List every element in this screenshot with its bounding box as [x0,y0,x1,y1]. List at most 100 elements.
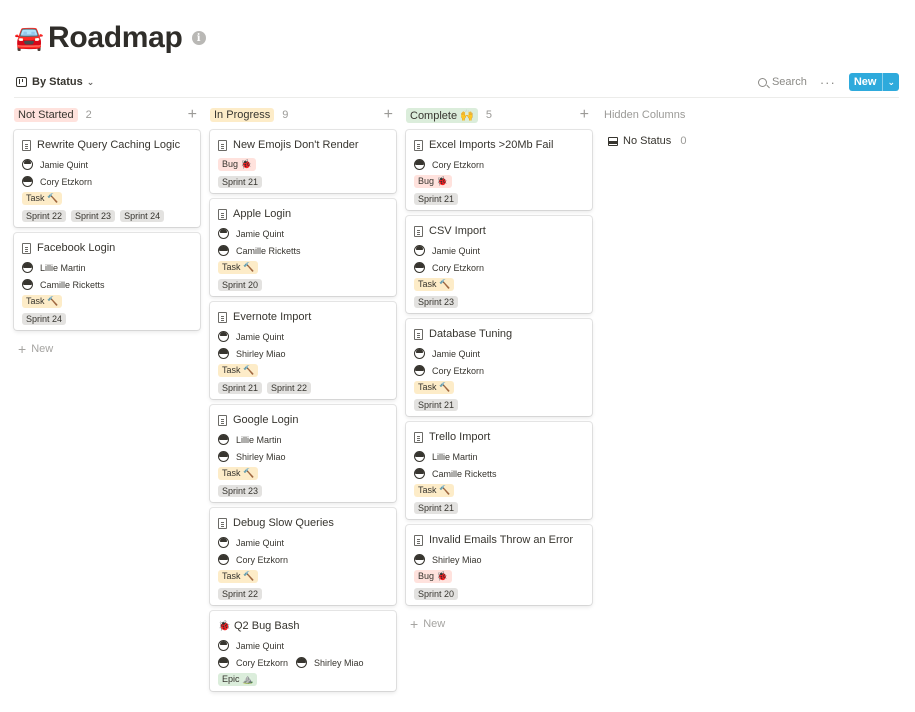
assignee-name: Shirley Miao [236,451,286,462]
card-title-row: New Emojis Don't Render [218,138,388,152]
assignee-row: Lillie Martin [22,259,192,276]
column-status-label[interactable]: In Progress [210,108,275,122]
add-card-icon[interactable]: + [188,107,197,123]
card-title: Q2 Bug Bash [234,620,300,632]
tag-row: Sprint 21 [414,190,584,207]
assignee-row: Jamie Quint [218,225,388,242]
column-header: In Progress 9 + [210,106,396,124]
view-switcher[interactable]: By Status ⌄ [16,76,94,88]
avatar [218,434,229,445]
card-title: Google Login [233,414,299,426]
assignee-row: Cory Etzkorn [22,173,192,190]
assignee-name: Cory Etzkorn [40,176,93,187]
board-card[interactable]: Evernote Import Jamie Quint Shirley Miao Ta… [210,302,396,399]
view-label: By Status [32,76,83,88]
board-view-icon [16,77,27,87]
board-card[interactable]: Debug Slow Queries Jamie Quint Cory Etzkor… [210,508,396,605]
avatar [22,262,33,273]
card-title: Evernote Import [233,311,312,323]
chevron-down-icon[interactable]: ⌄ [882,73,899,91]
assignee-name: Jamie Quint [432,245,481,256]
board-card[interactable]: Google Login Lillie Martin Shirley Miao Tas… [210,405,396,502]
new-button[interactable]: New ⌄ [848,73,899,91]
board-card[interactable]: Rewrite Query Caching Logic Jamie Quint Co… [14,130,200,227]
search-label: Search [771,76,807,88]
board-card[interactable]: 🐞 Q2 Bug Bash Jamie Quint Cory Etzkorn Shirl… [210,611,396,691]
board-card[interactable]: Trello Import Lillie Martin Camille Ricket… [406,422,592,519]
task-tag: Task 🔨 [414,484,455,497]
sprint-tag: Sprint 22 [22,209,67,222]
task-tag: Task 🔨 [218,261,259,274]
new-card-label: New [423,618,446,630]
assignee-name: Camille Ricketts [236,245,301,256]
tag-row: Sprint 20 [218,276,388,293]
avatar [218,348,229,359]
assignee-name: Jamie Quint [236,640,285,651]
avatar [218,554,229,565]
bug-tag: Bug 🐞 [414,570,452,583]
card-title: Debug Slow Queries [233,517,334,529]
tag-row: Task 🔨 [22,190,192,207]
board-toolbar: By Status ⌄ Search ··· New ⌄ [16,71,899,93]
assignee-name: Cory Etzkorn [432,262,485,273]
column-status-label[interactable]: Complete 🙌 [406,107,478,123]
sprint-tag: Sprint 22 [218,587,263,600]
avatar [414,468,425,479]
board-card[interactable]: Facebook Login Lillie Martin Camille Ricke… [14,233,200,330]
board-card[interactable]: CSV Import Jamie Quint Cory Etzkorn Task 🔨 S… [406,216,592,313]
search-button[interactable]: Search [757,76,807,88]
avatar [218,451,229,462]
tag-row: Sprint 21 [414,396,584,413]
column-count: 2 [85,109,92,121]
epic-tag: Epic ⛰️ [218,673,258,686]
avatar [218,245,229,256]
ladybug-icon: 🐞 [218,620,231,632]
new-card-button[interactable]: + New [410,617,445,631]
page-title[interactable]: Roadmap [48,21,183,55]
assignee-row: Cory Etzkorn Shirley Miao [218,654,388,671]
tag-row: Task 🔨 [218,568,388,585]
assignee-row: Jamie Quint [218,637,388,654]
board-column: Not Started 2 + Rewrite Query Caching Logic… [14,106,200,356]
card-title: Rewrite Query Caching Logic [37,139,181,151]
card-title-row: Database Tuning [414,327,584,341]
board-card[interactable]: Excel Imports >20Mb Fail Cory Etzkorn Bug … [406,130,592,210]
add-card-icon[interactable]: + [580,107,589,123]
assignee-row: Shirley Miao [218,345,388,362]
info-icon[interactable]: i [191,31,206,45]
plus-icon: + [410,616,419,632]
board-card[interactable]: Invalid Emails Throw an Error Shirley Mia… [406,525,592,605]
sprint-tag: Sprint 21 [218,175,263,188]
column-status-label[interactable]: Not Started [14,108,78,122]
tag-row: Task 🔨 [414,379,584,396]
tag-row: Bug 🐞 [414,173,584,190]
assignee-name: Lillie Martin [40,262,86,273]
board-card[interactable]: Apple Login Jamie Quint Camille Ricketts Ta… [210,199,396,296]
assignee-row: Camille Ricketts [218,242,388,259]
new-card-button[interactable]: + New [18,342,53,356]
sprint-tag: Sprint 23 [414,295,459,308]
board-card[interactable]: Database Tuning Jamie Quint Cory Etzkorn Ta… [406,319,592,416]
tag-row: Sprint 21 Sprint 22 [218,379,388,396]
assignee-row: Shirley Miao [218,448,388,465]
task-tag: Task 🔨 [218,364,259,377]
avatar [22,159,33,170]
assignee-name: Cory Etzkorn [432,365,485,376]
assignee-name: Jamie Quint [236,537,285,548]
add-card-icon[interactable]: + [384,107,393,123]
avatar [414,159,425,170]
assignee-row: Camille Ricketts [414,465,584,482]
avatar [414,451,425,462]
card-title: Database Tuning [429,328,513,340]
tag-row: Sprint 22 [218,585,388,602]
hidden-column-no-status[interactable]: No Status 0 [604,132,754,150]
more-options-icon[interactable]: ··· [820,75,836,90]
column-count: 9 [282,109,289,121]
tag-row: Sprint 20 [414,585,584,602]
hidden-columns: Hidden Columns No Status 0 [604,106,754,150]
card-title: Apple Login [233,208,292,220]
new-button-label[interactable]: New [849,73,883,91]
board-card[interactable]: New Emojis Don't Render Bug 🐞 Sprint 21 [210,130,396,193]
car-icon[interactable]: 🚘 [14,23,44,53]
column-header: Complete 🙌 5 + [406,106,592,124]
